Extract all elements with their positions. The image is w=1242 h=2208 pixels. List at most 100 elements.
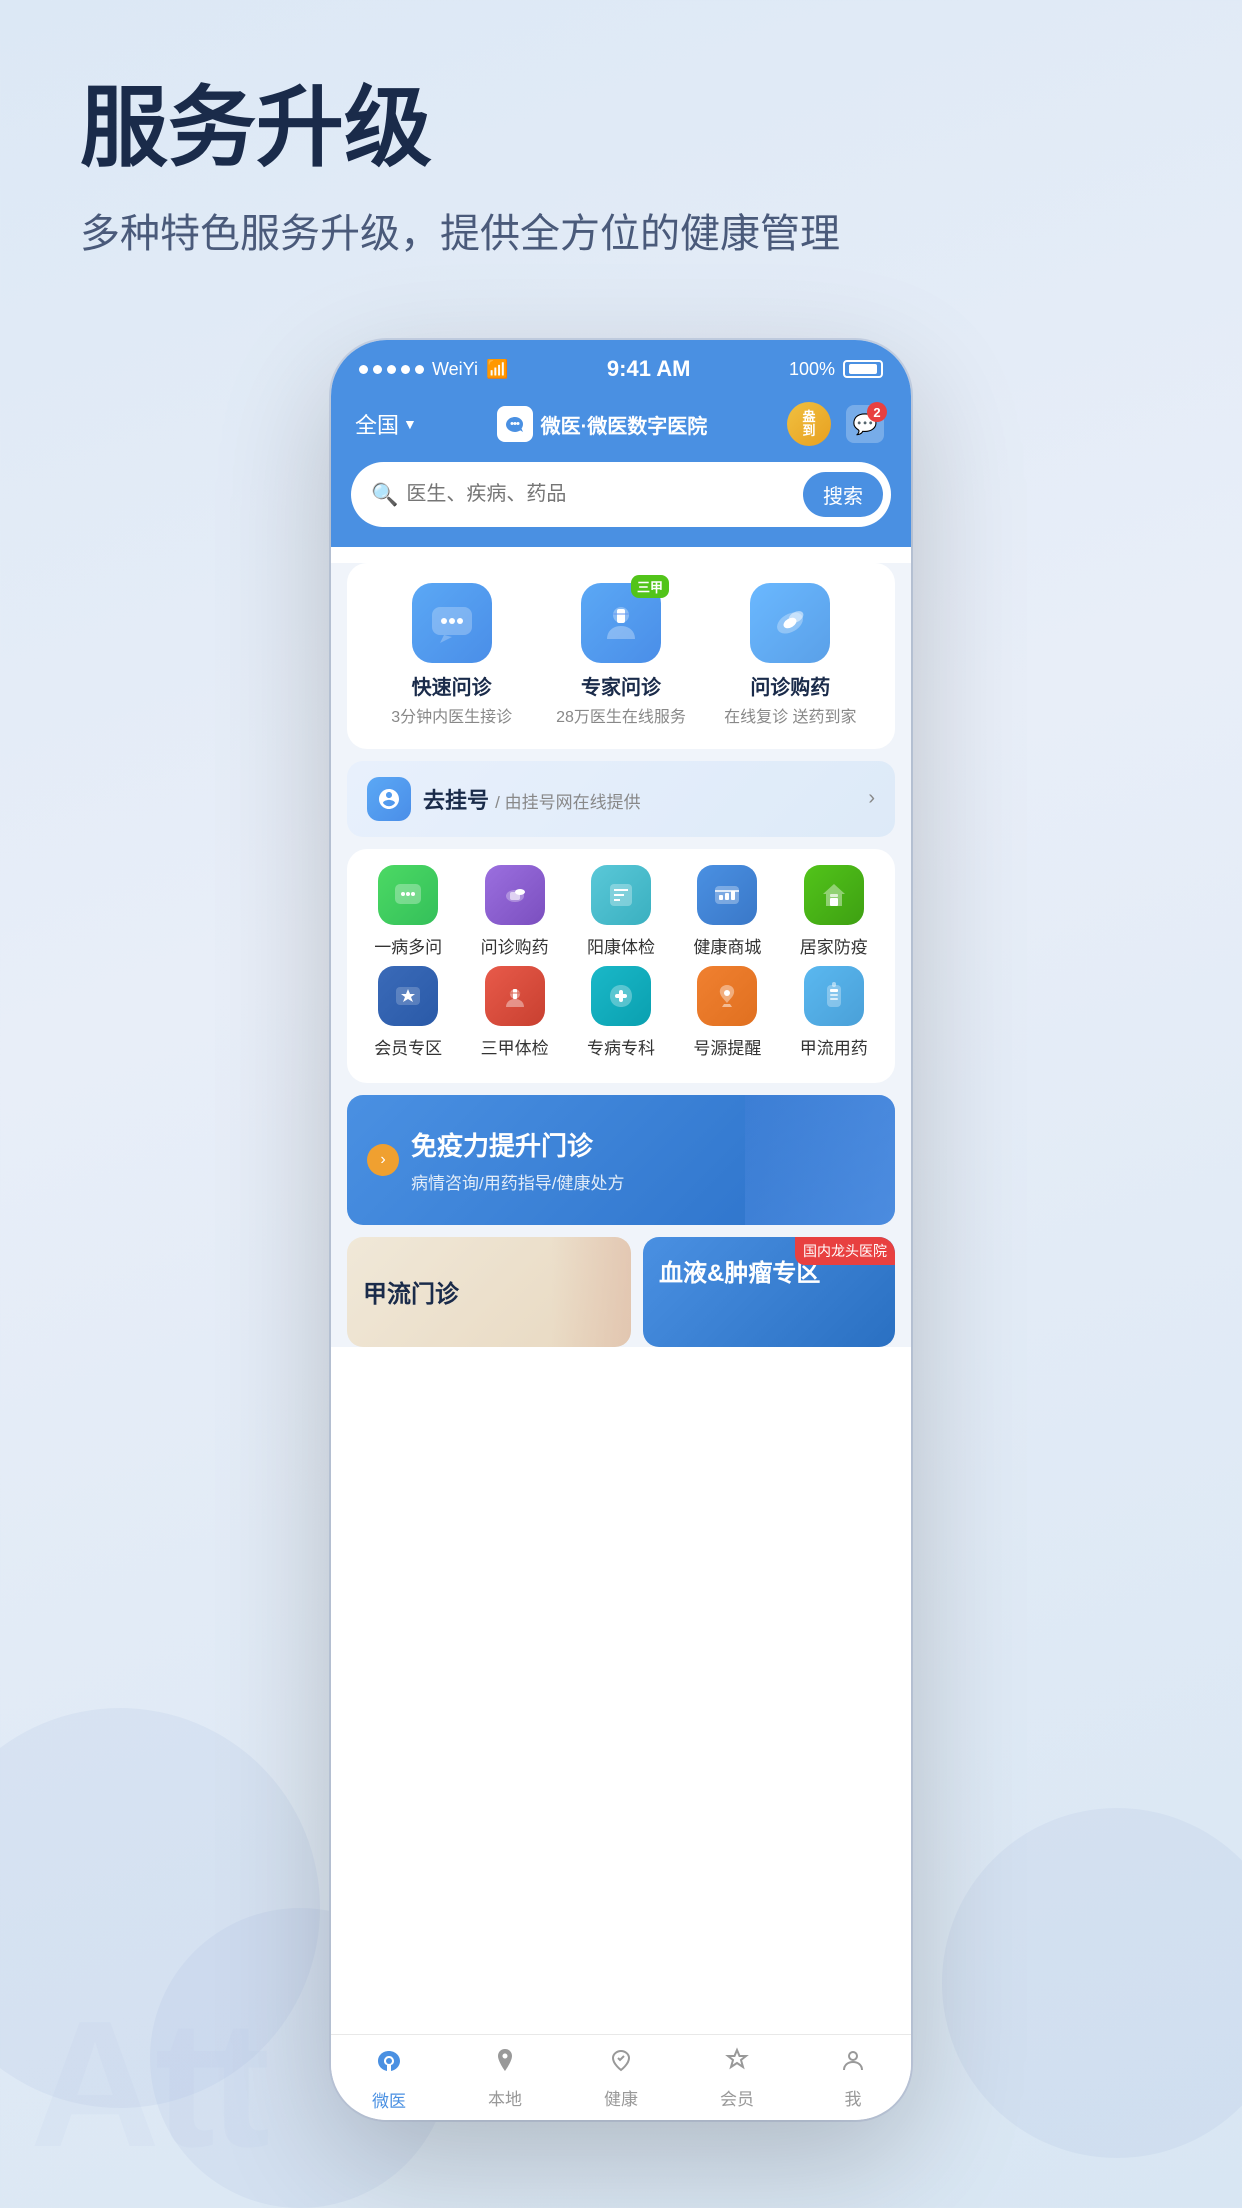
status-left: WeiYi 📶	[359, 359, 508, 380]
phone-frame: WeiYi 📶 9:41 AM 100% 全国 ▼	[331, 340, 911, 2120]
service-item-quick-consult[interactable]: 快速问诊 3分钟内医生接诊	[367, 583, 536, 729]
tab-item-home[interactable]: 微医	[331, 2047, 447, 2112]
checkin-label: 盎到	[802, 410, 815, 439]
wifi-icon: 📶	[486, 359, 508, 380]
medicine-name: 问诊购药	[750, 671, 830, 700]
tab-health-label: 健康	[604, 2085, 638, 2110]
app-content: 快速问诊 3分钟内医生接诊 三甲 专家问诊 28万医生在线服务	[331, 563, 911, 1347]
expert-consult-desc: 28万医生在线服务	[556, 708, 686, 729]
mini-banner-tag: 国内龙头医院	[795, 1237, 895, 1265]
grid-item-yangkang[interactable]: 阳康体检	[573, 865, 669, 958]
register-banner[interactable]: 去挂号 / 由挂号网在线提供 ›	[347, 761, 895, 837]
grid-item-yibing[interactable]: 一病多问	[360, 865, 456, 958]
grid-item-jialiu[interactable]: 甲流用药	[786, 966, 882, 1059]
search-section: 🔍 搜索	[331, 462, 911, 547]
search-input[interactable]	[406, 483, 795, 506]
quick-consult-name: 快速问诊	[412, 671, 492, 700]
tab-item-member[interactable]: 会员	[679, 2047, 795, 2112]
grid-item-sanjia[interactable]: 三甲体检	[467, 966, 563, 1059]
icon-row-2: 会员专区 三甲体检	[355, 966, 887, 1059]
location-dropdown-icon: ▼	[403, 416, 417, 432]
location-button[interactable]: 全国 ▼	[355, 408, 417, 440]
huiyuan-icon	[378, 966, 438, 1026]
app-logo: 微医·微医数字医院	[497, 406, 708, 442]
page-subtitle: 多种特色服务升级，提供全方位的健康管理	[80, 201, 1162, 259]
sanjia-badge: 三甲	[631, 575, 669, 598]
checkin-button[interactable]: 盎到	[787, 402, 831, 446]
yangkang-icon	[591, 865, 651, 925]
promo-arrow: ›	[367, 1144, 399, 1176]
sanjia-icon	[485, 966, 545, 1026]
register-text: 去挂号 / 由挂号网在线提供	[423, 783, 856, 815]
grid-label-jiankang: 健康商城	[693, 933, 761, 958]
expert-consult-icon: 三甲	[581, 583, 661, 663]
register-arrow-icon: ›	[868, 787, 875, 810]
carrier-name: WeiYi	[432, 359, 478, 380]
expert-consult-name: 专家问诊	[581, 671, 661, 700]
grid-label-zhuanbing: 专病专科	[587, 1034, 655, 1059]
mini-banner-jialiu[interactable]: 甲流门诊	[347, 1237, 631, 1347]
tab-item-health[interactable]: 健康	[563, 2047, 679, 2112]
search-button[interactable]: 搜索	[803, 472, 883, 517]
jialiu-icon	[804, 966, 864, 1026]
logo-text: 微医·微医数字医院	[541, 410, 708, 439]
status-right: 100%	[789, 359, 883, 380]
tab-item-profile[interactable]: 我	[795, 2047, 911, 2112]
signal-dots	[359, 365, 424, 374]
tab-profile-icon	[840, 2047, 866, 2080]
medicine-icon	[750, 583, 830, 663]
service-item-expert-consult[interactable]: 三甲 专家问诊 28万医生在线服务	[536, 583, 705, 729]
logo-icon	[497, 406, 533, 442]
jujia-icon	[804, 865, 864, 925]
tab-home-icon	[375, 2047, 403, 2082]
register-icon	[367, 777, 411, 821]
grid-label-wenzhen: 问诊购药	[481, 933, 549, 958]
tab-local-icon	[492, 2047, 518, 2080]
grid-item-zhuanbing[interactable]: 专病专科	[573, 966, 669, 1059]
tab-item-local[interactable]: 本地	[447, 2047, 563, 2112]
icon-row-1: 一病多问 问诊购药	[355, 865, 887, 958]
promo-subtitle: 病情咨询/用药指导/健康处方	[411, 1169, 624, 1194]
app-header: 全国 ▼ 微医·微医数字医院 盎到 💬 2	[331, 390, 911, 462]
tab-home-label: 微医	[372, 2087, 406, 2112]
bg-decoration-3	[942, 1808, 1242, 2158]
watermark: Att	[30, 1981, 265, 2188]
search-icon: 🔍	[371, 482, 398, 508]
quick-consult-icon	[412, 583, 492, 663]
header-icons: 盎到 💬 2	[787, 402, 887, 446]
tab-bar: 微医 本地 健康	[331, 2034, 911, 2120]
tab-health-icon	[608, 2047, 634, 2080]
status-bar: WeiYi 📶 9:41 AM 100%	[331, 340, 911, 390]
search-bar[interactable]: 🔍 搜索	[351, 462, 891, 527]
quick-consult-desc: 3分钟内医生接诊	[391, 708, 512, 729]
zhuanbing-icon	[591, 966, 651, 1026]
tab-profile-label: 我	[845, 2085, 862, 2110]
tab-member-label: 会员	[720, 2085, 754, 2110]
grid-label-sanjia: 三甲体检	[481, 1034, 549, 1059]
page-header: 服务升级 多种特色服务升级，提供全方位的健康管理	[0, 0, 1242, 299]
bottom-banners: 甲流门诊 国内龙头医院 血液&肿瘤专区	[347, 1237, 895, 1347]
yibing-icon	[378, 865, 438, 925]
grid-item-wenzhen[interactable]: 问诊购药	[467, 865, 563, 958]
mini-banner-blood[interactable]: 国内龙头医院 血液&肿瘤专区	[643, 1237, 895, 1347]
grid-item-huiyuan[interactable]: 会员专区	[360, 966, 456, 1059]
phone-mockup: WeiYi 📶 9:41 AM 100% 全国 ▼	[331, 340, 911, 2120]
service-item-medicine[interactable]: 问诊购药 在线复诊 送药到家	[706, 583, 875, 729]
grid-item-haoyuan[interactable]: 号源提醒	[679, 966, 775, 1059]
grid-label-jialiu: 甲流用药	[800, 1034, 868, 1059]
grid-label-huiyuan: 会员专区	[374, 1034, 442, 1059]
message-badge: 2	[867, 402, 887, 422]
promo-banner[interactable]: › 免疫力提升门诊 病情咨询/用药指导/健康处方	[347, 1095, 895, 1225]
grid-item-jiankang[interactable]: 健康商城	[679, 865, 775, 958]
mini-banner-jialiu-title: 甲流门诊	[363, 1274, 459, 1309]
banner-doctor-image	[745, 1095, 895, 1225]
tab-local-label: 本地	[488, 2085, 522, 2110]
wenzhen-icon	[485, 865, 545, 925]
tab-member-icon	[724, 2047, 750, 2080]
grid-label-jujia: 居家防疫	[800, 933, 868, 958]
status-time: 9:41 AM	[607, 356, 691, 382]
medicine-desc: 在线复诊 送药到家	[724, 708, 856, 729]
grid-item-jujia[interactable]: 居家防疫	[786, 865, 882, 958]
message-button[interactable]: 💬 2	[843, 402, 887, 446]
promo-title: 免疫力提升门诊	[411, 1126, 624, 1163]
